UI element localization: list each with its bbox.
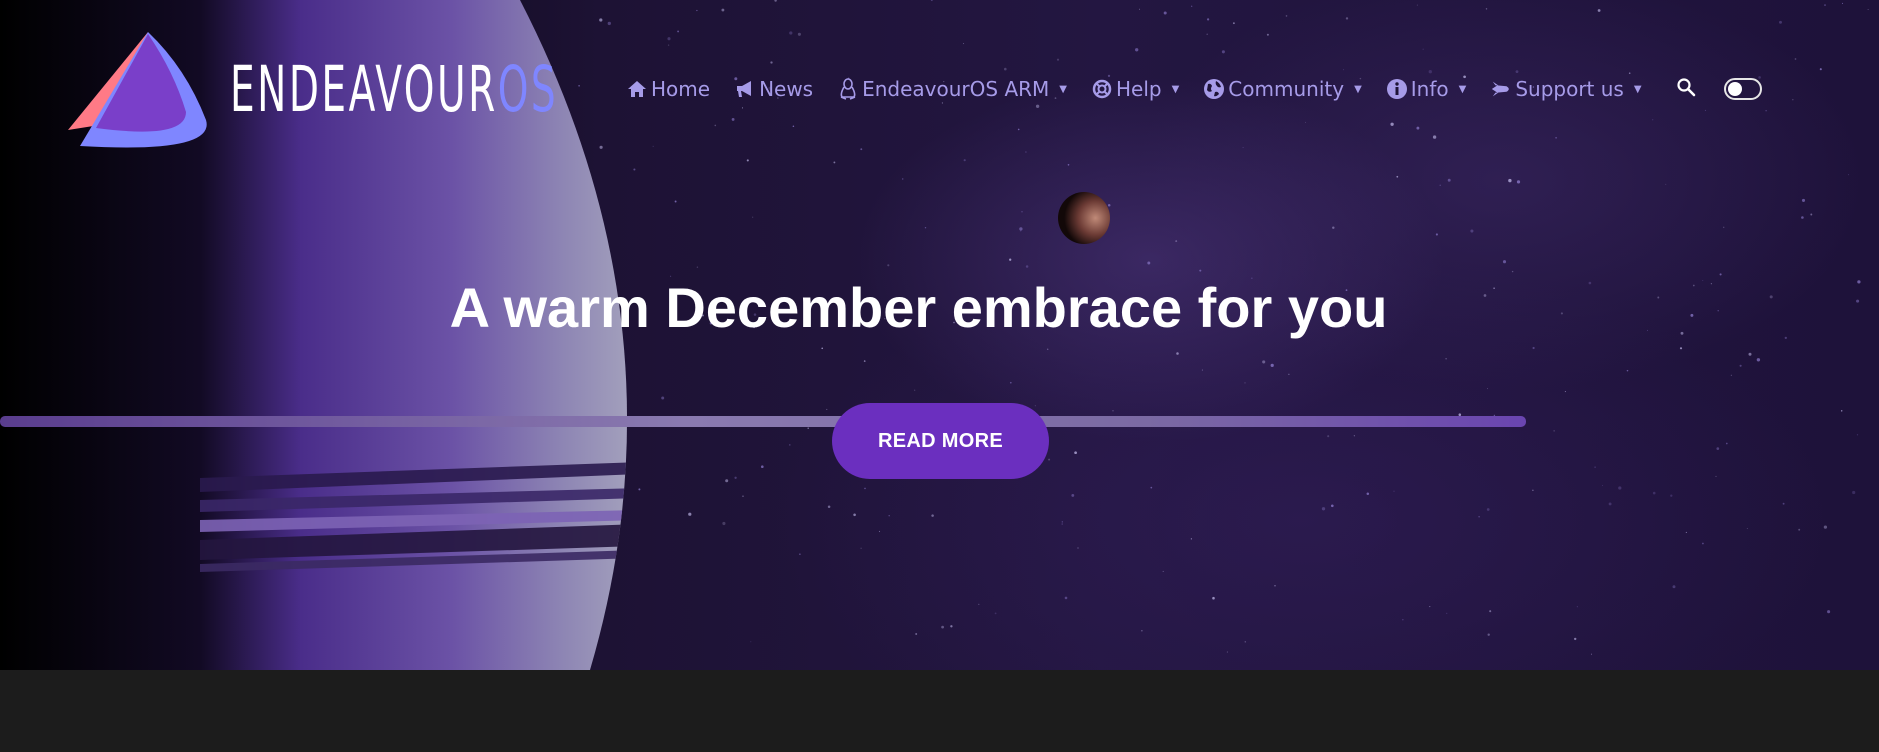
lifebuoy-icon [1091,78,1113,100]
page-content-area [0,670,1879,752]
nav-item-info[interactable]: Info ▼ [1386,77,1467,101]
nav-label-home: Home [651,77,711,101]
brand-wordmark: ENDEAVOUROS [230,58,558,121]
chevron-down-icon: ▼ [1171,83,1180,95]
hero-headline-text: A warm December embrace for you [449,276,1388,339]
nav-label-help: Help [1115,77,1162,101]
toggle-knob [1727,82,1742,96]
nav-item-home[interactable]: Home [626,77,710,101]
nav-item-community[interactable]: Community ▼ [1203,77,1362,101]
nav-label-news: News [759,77,814,101]
nav-item-news[interactable]: News [734,77,813,101]
nav-label-endeavouros-arm: EndeavourOS ARM [862,77,1050,101]
chevron-down-icon: ▼ [1633,83,1642,95]
brand-name-suffix: OS [497,52,559,126]
nav-label-community: Community [1228,77,1345,101]
info-icon [1386,78,1408,100]
globe-icon [1203,78,1225,100]
endeavouros-logo-icon [68,32,207,148]
read-more-button[interactable]: READ MORE [832,403,1049,479]
megaphone-icon [734,78,756,100]
home-icon [626,78,648,100]
nav-item-support-us[interactable]: Support us ▼ [1490,77,1642,101]
hero-banner: ENDEAVOUROS Home News EndeavourOS ARM ▼ [0,0,1879,670]
dark-mode-toggle[interactable] [1723,78,1762,100]
chevron-down-icon: ▼ [1059,83,1067,95]
search-button[interactable] [1674,77,1698,101]
brand-name-main: ENDEAVOUR [230,52,498,126]
chevron-down-icon: ▼ [1354,83,1362,95]
nav-item-endeavouros-arm[interactable]: EndeavourOS ARM ▼ [837,77,1067,101]
nav-label-support-us: Support us [1515,77,1624,101]
linux-tux-icon [837,78,859,100]
nav-label-info: Info [1410,77,1449,101]
hero-headline: A warm December embrace for you [0,273,1879,343]
nav-item-help[interactable]: Help ▼ [1091,77,1179,101]
chevron-down-icon: ▼ [1458,83,1467,95]
search-icon [1676,77,1696,101]
rocket-icon [1490,78,1512,100]
main-navigation: Home News EndeavourOS ARM ▼ Help ▼ Commu… [626,72,1762,106]
